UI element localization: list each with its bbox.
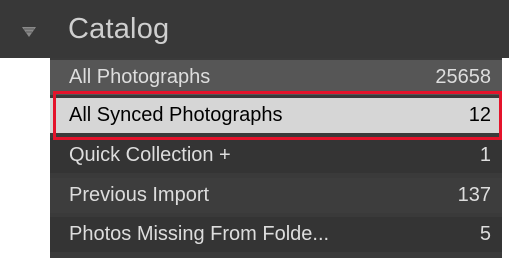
item-label: Previous Import <box>69 184 210 206</box>
catalog-header[interactable]: Catalog <box>0 0 509 58</box>
triangle-down-icon[interactable] <box>22 27 36 37</box>
catalog-item-quick-collection[interactable]: Quick Collection + 1 <box>50 138 502 173</box>
item-count: 137 <box>457 184 491 206</box>
item-count: 25658 <box>435 66 491 88</box>
catalog-panel: Catalog All Photographs 25658 All Synced… <box>0 0 509 263</box>
item-count: 5 <box>479 223 491 245</box>
item-label: All Synced Photographs <box>69 104 283 126</box>
catalog-item-photos-missing[interactable]: Photos Missing From Folde... 5 <box>50 217 502 252</box>
catalog-item-all-photographs[interactable]: All Photographs 25658 <box>50 60 502 95</box>
item-label: All Photographs <box>69 66 211 88</box>
panel-bottom-edge <box>50 258 502 263</box>
item-label: Quick Collection + <box>69 144 231 166</box>
item-label: Photos Missing From Folde... <box>69 223 330 245</box>
item-count: 12 <box>468 104 491 126</box>
catalog-title: Catalog <box>68 13 170 45</box>
catalog-item-all-synced-photographs[interactable]: All Synced Photographs 12 <box>50 98 502 133</box>
item-count: 1 <box>479 144 491 166</box>
catalog-item-previous-import[interactable]: Previous Import 137 <box>50 178 502 213</box>
catalog-list: All Photographs 25658 All Synced Photogr… <box>50 58 502 259</box>
